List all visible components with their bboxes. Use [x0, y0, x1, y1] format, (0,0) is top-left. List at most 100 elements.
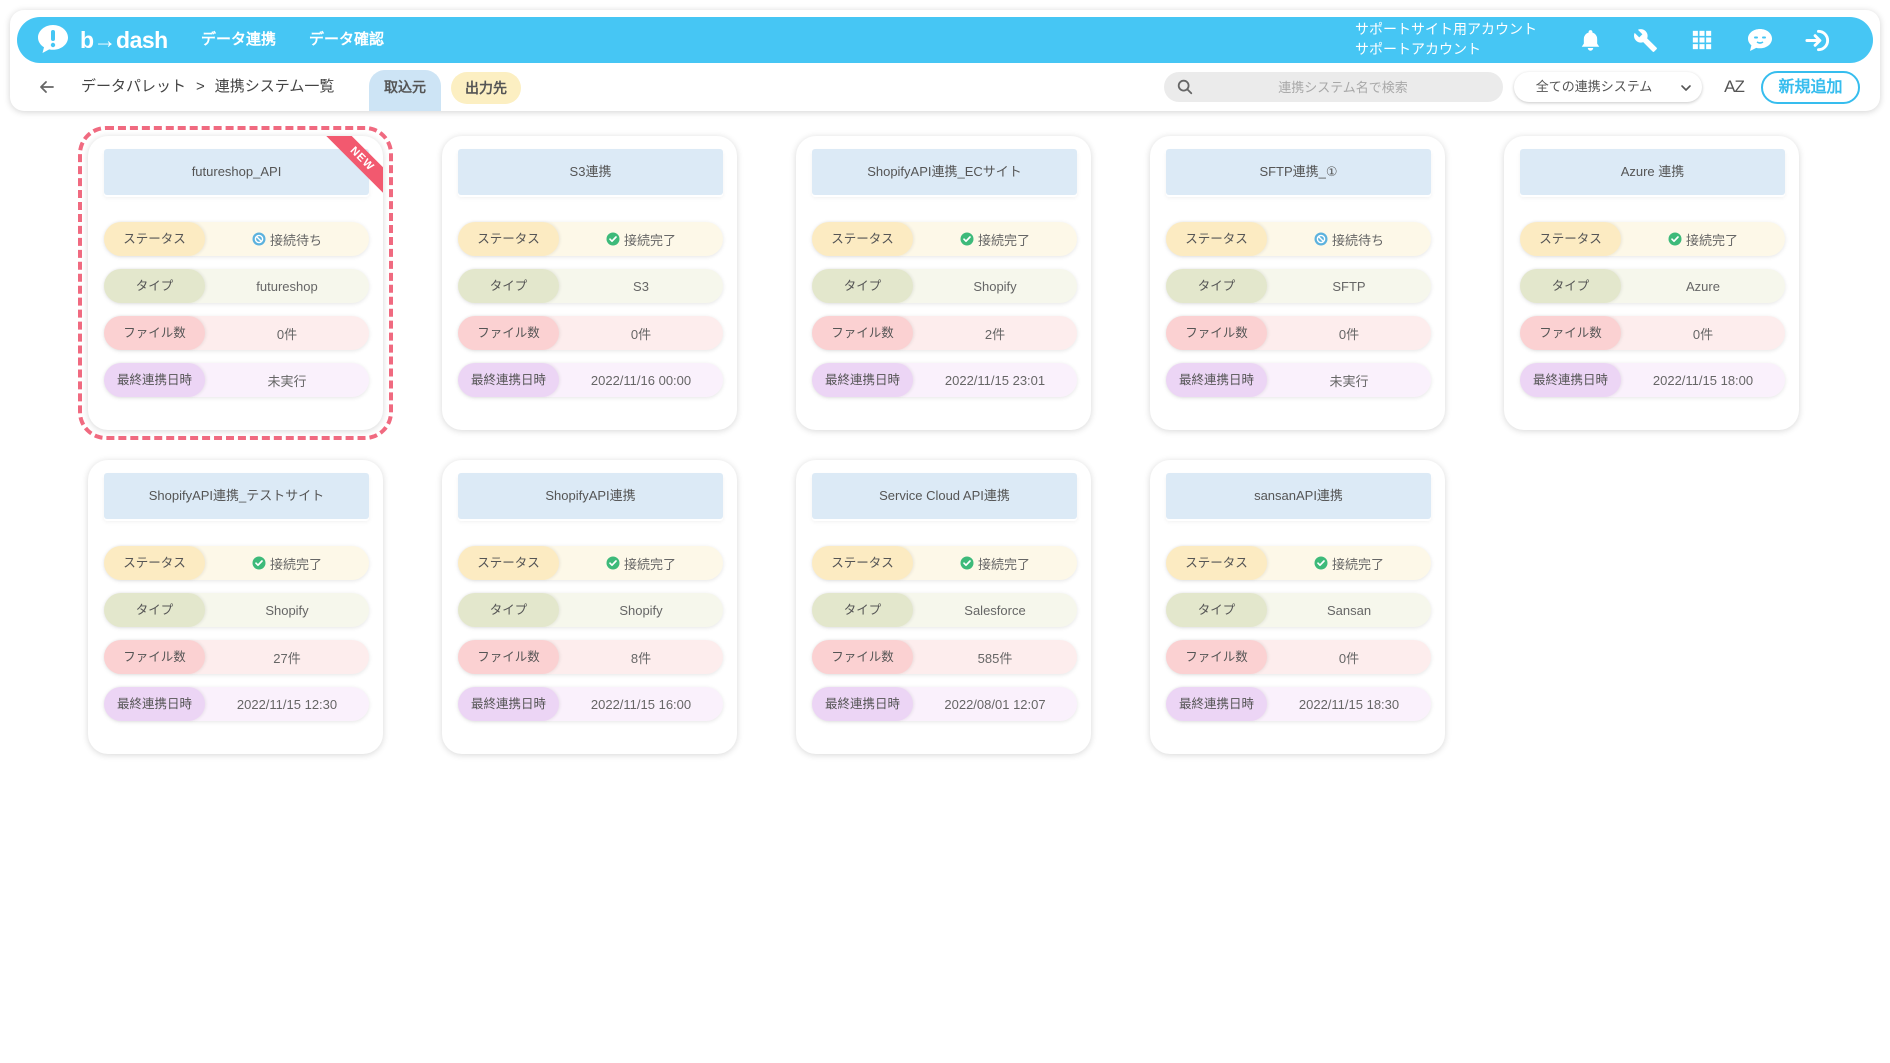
integration-card[interactable]: sansanAPI連携 ステータス 接続完了 タイプ Sansan ファイル数 0件 最終連携…	[1150, 460, 1445, 754]
file-count-value: 27件	[273, 650, 301, 666]
last-sync-label: 最終連携日時	[104, 363, 205, 397]
integration-card[interactable]: SFTP連携_① ステータス 接続待ち タイプ SFTP ファイル数 0件 最終連携日時 未実行	[1150, 136, 1445, 430]
tab-import-source[interactable]: 取込元	[369, 70, 441, 111]
new-badge-label: NEW	[325, 136, 383, 194]
last-sync-label: 最終連携日時	[458, 363, 559, 397]
status-text: 接続完了	[977, 556, 1030, 572]
back-arrow-icon[interactable]	[37, 77, 57, 97]
breadcrumb-current: 連携システム一覧	[214, 78, 335, 95]
type-label: タイプ	[458, 593, 559, 627]
last-sync-row: 最終連携日時 未実行	[1166, 363, 1431, 397]
integration-card[interactable]: Service Cloud API連携 ステータス 接続完了 タイプ Salesforc…	[796, 460, 1091, 754]
logout-icon[interactable]	[1802, 25, 1832, 55]
type-value: futureshop	[256, 278, 318, 294]
connected-icon	[606, 232, 620, 246]
card-title: ShopifyAPI連携_ECサイト	[812, 149, 1077, 195]
file-count-row: ファイル数 27件	[104, 640, 369, 674]
file-count-row: ファイル数 2件	[812, 316, 1077, 350]
file-count-row: ファイル数 0件	[104, 316, 369, 350]
last-sync-label: 最終連携日時	[812, 363, 913, 397]
breadcrumb-parent[interactable]: データパレット	[81, 78, 186, 95]
type-value: Shopify	[619, 602, 663, 618]
waiting-icon	[1314, 232, 1328, 246]
integration-card[interactable]: ShopifyAPI連携_テストサイト ステータス 接続完了 タイプ Shopify ファ…	[88, 460, 383, 754]
status-label: ステータス	[458, 546, 559, 580]
type-label: タイプ	[812, 593, 913, 627]
last-sync-value: 2022/11/16 00:00	[590, 372, 692, 388]
file-count-label: ファイル数	[812, 640, 913, 674]
status-text: 接続完了	[623, 232, 676, 248]
status-row: ステータス 接続待ち	[104, 222, 369, 256]
nav-data-integration[interactable]: データ連携	[201, 17, 276, 63]
status-label: ステータス	[458, 222, 559, 256]
logo-icon[interactable]	[36, 23, 70, 55]
status-value: 接続完了	[205, 546, 369, 580]
bell-icon[interactable]	[1575, 25, 1605, 55]
status-value: 接続完了	[1621, 222, 1785, 256]
status-text: 接続待ち	[1331, 232, 1384, 248]
status-value: 接続完了	[559, 546, 723, 580]
file-count-value: 0件	[1338, 650, 1360, 666]
grid-icon[interactable]	[1687, 25, 1717, 55]
type-value: Sansan	[1326, 602, 1372, 618]
integration-card[interactable]: ShopifyAPI連携 ステータス 接続完了 タイプ Shopify ファイル数 8件 最終…	[442, 460, 737, 754]
type-label: タイプ	[104, 593, 205, 627]
status-row: ステータス 接続完了	[1166, 546, 1431, 580]
status-value: 接続待ち	[1267, 222, 1431, 256]
file-count-value: 8件	[630, 650, 652, 666]
type-row: タイプ Sansan	[1166, 593, 1431, 627]
type-label: タイプ	[104, 269, 205, 303]
connected-icon	[960, 232, 974, 246]
type-label: タイプ	[1166, 593, 1267, 627]
system-filter-dropdown[interactable]: 全ての連携システム	[1514, 72, 1702, 102]
file-count-label: ファイル数	[1520, 316, 1621, 350]
status-label: ステータス	[104, 546, 205, 580]
status-label: ステータス	[1520, 222, 1621, 256]
tab-output-destination[interactable]: 出力先	[451, 72, 521, 104]
last-sync-label: 最終連携日時	[1166, 363, 1267, 397]
waiting-icon	[252, 232, 266, 246]
status-text: 接続待ち	[269, 232, 322, 248]
logo-text[interactable]: b→dash	[80, 17, 168, 63]
status-label: ステータス	[1166, 546, 1267, 580]
card-title: S3連携	[458, 149, 723, 195]
last-sync-row: 最終連携日時 2022/11/15 18:00	[1520, 363, 1785, 397]
type-row: タイプ Shopify	[458, 593, 723, 627]
breadcrumb: データパレット > 連携システム一覧	[81, 77, 334, 97]
last-sync-value: 未実行	[1329, 373, 1369, 389]
file-count-row: ファイル数 0件	[1520, 316, 1785, 350]
integration-card[interactable]: ShopifyAPI連携_ECサイト ステータス 接続完了 タイプ Shopify ファイ…	[796, 136, 1091, 430]
file-count-label: ファイル数	[104, 316, 205, 350]
card-title: ShopifyAPI連携	[458, 473, 723, 519]
last-sync-value: 2022/11/15 18:00	[1652, 372, 1754, 388]
status-value: 接続完了	[1267, 546, 1431, 580]
file-count-row: ファイル数 0件	[1166, 316, 1431, 350]
file-count-label: ファイル数	[812, 316, 913, 350]
search-input[interactable]	[1198, 72, 1488, 102]
integration-card[interactable]: futureshop_API ステータス 接続待ち タイプ futureshop ファイル…	[78, 126, 393, 440]
type-value: Shopify	[973, 278, 1017, 294]
integration-card[interactable]: Azure 連携 ステータス 接続完了 タイプ Azure ファイル数 0件 最終連携日時 20…	[1504, 136, 1799, 430]
status-row: ステータス 接続待ち	[1166, 222, 1431, 256]
sort-az-icon[interactable]: AZ	[1719, 76, 1749, 98]
file-count-value: 0件	[1692, 326, 1714, 342]
type-row: タイプ Azure	[1520, 269, 1785, 303]
add-new-button[interactable]: 新規追加	[1761, 71, 1860, 104]
global-header: b→dash データ連携 データ確認 サポートサイト用アカウント サポートアカウ…	[17, 17, 1873, 63]
chat-icon[interactable]	[1745, 25, 1775, 55]
last-sync-value: 2022/11/15 18:30	[1298, 696, 1400, 712]
nav-data-check[interactable]: データ確認	[309, 17, 384, 63]
wrench-icon[interactable]	[1630, 25, 1660, 55]
file-count-value: 0件	[276, 326, 298, 342]
status-text: 接続完了	[977, 232, 1030, 248]
type-value: Salesforce	[964, 602, 1026, 618]
last-sync-value: 2022/11/15 23:01	[944, 372, 1046, 388]
status-row: ステータス 接続完了	[1520, 222, 1785, 256]
chevron-down-icon	[1680, 81, 1692, 93]
search-box	[1164, 72, 1503, 102]
file-count-row: ファイル数 585件	[812, 640, 1077, 674]
type-label: タイプ	[1166, 269, 1267, 303]
integration-card[interactable]: S3連携 ステータス 接続完了 タイプ S3 ファイル数 0件 最終連携日時 2022/11/1…	[442, 136, 737, 430]
file-count-value: 0件	[630, 326, 652, 342]
status-value: 接続完了	[913, 546, 1077, 580]
